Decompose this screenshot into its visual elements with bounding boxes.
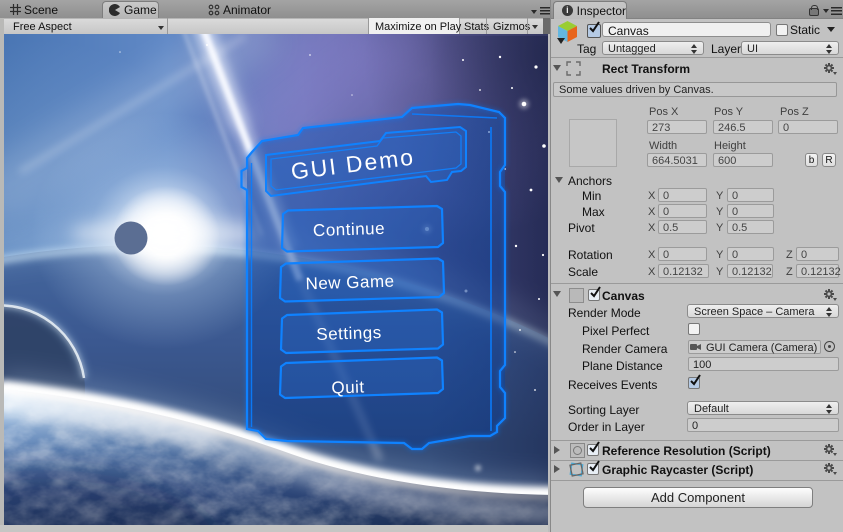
svg-text:Quit: Quit xyxy=(331,377,365,397)
svg-text:Continue: Continue xyxy=(313,219,386,240)
svg-text:New Game: New Game xyxy=(305,272,395,294)
svg-text:Settings: Settings xyxy=(316,323,382,344)
